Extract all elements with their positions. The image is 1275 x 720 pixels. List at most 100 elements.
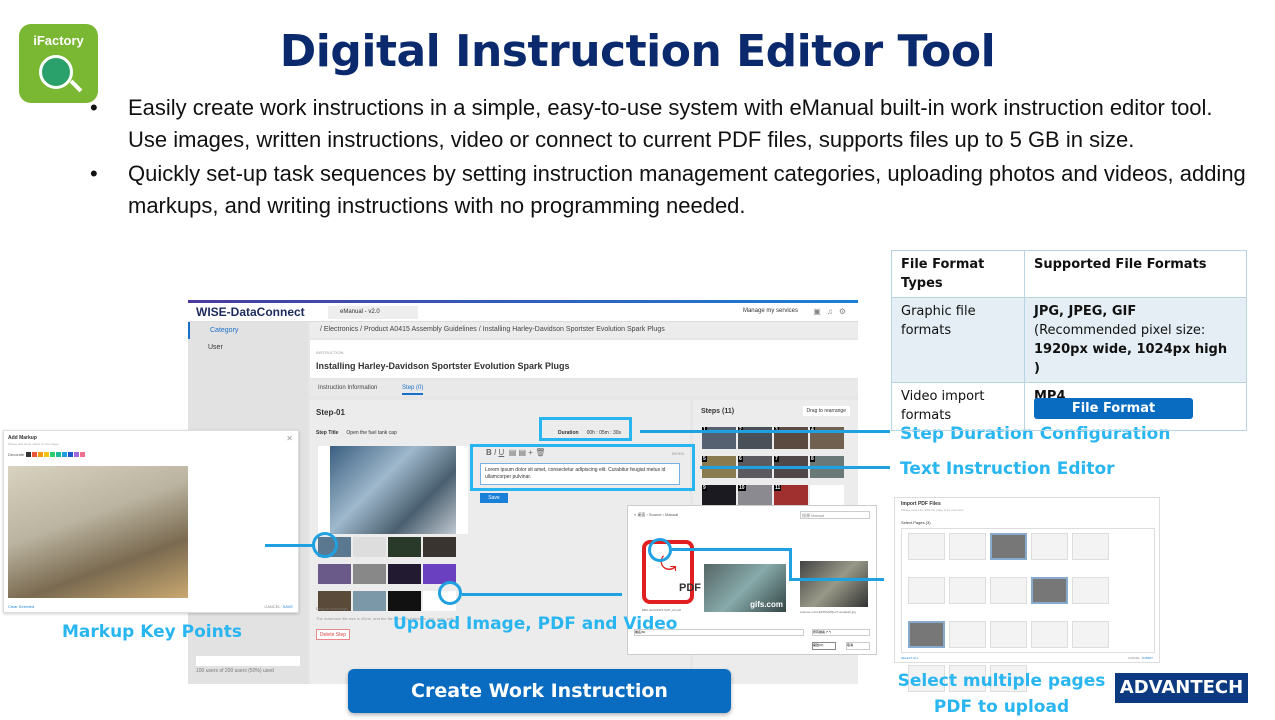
breadcrumb[interactable]: / Electronics / Product A0415 Assembly G… xyxy=(310,322,858,338)
markup-actions: CANCEL SAVE xyxy=(264,604,293,609)
step-number: 5 xyxy=(702,456,707,462)
table-cell: (Recommended pixel size: xyxy=(1034,323,1206,338)
step-heading: Step-01 xyxy=(316,408,345,417)
bell-icon[interactable]: ♫ xyxy=(827,307,839,316)
duration-highlight xyxy=(539,417,632,441)
color-swatch[interactable] xyxy=(26,452,32,458)
upload-highlight xyxy=(438,581,462,605)
tab-instruction-information[interactable]: Instruction Information xyxy=(318,385,377,391)
usage-text: 100 users of 200 users (50%) used xyxy=(196,668,274,674)
step-thumbnail[interactable]: 9 xyxy=(702,485,736,507)
drag-rearrange-button[interactable]: Drag to rearrange xyxy=(802,406,850,416)
pdf-page-thumbnail[interactable] xyxy=(1031,621,1068,648)
sidebar-item-user[interactable]: User xyxy=(188,339,308,356)
callout-line: PDF to upload xyxy=(933,697,1070,717)
thumbnail[interactable] xyxy=(388,591,421,611)
chart-icon[interactable]: ▣ xyxy=(813,307,827,316)
color-swatch[interactable] xyxy=(44,452,50,458)
color-swatch[interactable] xyxy=(80,452,86,458)
markup-canvas[interactable] xyxy=(8,466,188,598)
pdf-page-thumbnail[interactable] xyxy=(1072,621,1109,648)
tab-step[interactable]: Step (0) xyxy=(402,385,424,395)
table-cell: Graphic file formats xyxy=(891,297,1025,383)
add-step-icon[interactable] xyxy=(810,485,844,507)
table-header: Supported File Formats xyxy=(1034,257,1207,272)
color-swatch[interactable] xyxy=(32,452,38,458)
color-swatch[interactable] xyxy=(62,452,68,458)
close-icon[interactable]: ✕ xyxy=(286,434,293,443)
thumbnail[interactable] xyxy=(388,564,421,584)
thumbnail[interactable] xyxy=(353,564,386,584)
table-header-row: File Format Types Supported File Formats xyxy=(891,250,1247,298)
pdf-page-thumbnail[interactable] xyxy=(1031,533,1068,560)
brand-name[interactable]: WISE-DataConnect xyxy=(196,305,305,319)
callout-multi-pdf: Select multiple pages PDF to upload xyxy=(895,668,1108,720)
sidebar-item-category[interactable]: Category xyxy=(188,322,308,339)
color-swatch[interactable] xyxy=(68,452,74,458)
pdf-page-thumbnail[interactable] xyxy=(990,621,1027,648)
pdf-page-thumbnail[interactable] xyxy=(908,533,945,560)
bullet-item: Quickly set-up task sequences by setting… xyxy=(90,158,1250,222)
save-button[interactable]: Save xyxy=(480,493,508,503)
manage-services-button[interactable]: Manage my services xyxy=(743,308,798,314)
file-search-input[interactable]: 搜尋 Manual xyxy=(800,511,870,519)
submit-button[interactable]: SUBMIT xyxy=(1142,656,1153,660)
pdf-page-thumbnail[interactable] xyxy=(990,533,1027,560)
thumbnail[interactable] xyxy=(423,537,456,557)
pdf-page-thumbnail[interactable] xyxy=(949,533,986,560)
create-work-instruction-button[interactable]: Create Work Instruction xyxy=(348,669,731,713)
advantech-logo: ADVANTECH xyxy=(1115,673,1248,703)
markup-title: Add Markup xyxy=(8,435,37,441)
step-title-label: Step Title xyxy=(316,430,339,436)
thumbnail[interactable] xyxy=(388,537,421,557)
image-file-thumb[interactable] xyxy=(800,561,868,607)
filetype-select[interactable]: 所有檔案 (*.*) xyxy=(812,629,870,636)
drag-hint: Drag to rearrange xyxy=(316,606,348,611)
step-title-input[interactable]: Open the fuel tank cap xyxy=(346,430,396,436)
add-markup-dialog: Add Markup Please add some marks on the … xyxy=(3,430,299,613)
import-actions: CANCEL SUBMIT xyxy=(1128,656,1153,660)
delete-step-button[interactable]: Delete Step xyxy=(316,629,350,640)
pdf-page-thumbnail[interactable] xyxy=(1072,577,1109,604)
cancel-button[interactable]: CANCEL xyxy=(264,604,280,609)
tab-bar: Instruction Information Step (0) xyxy=(310,380,858,396)
thumbnail[interactable] xyxy=(353,537,386,557)
step-thumbnail[interactable]: 10 xyxy=(738,485,772,507)
thumbnail[interactable] xyxy=(318,564,351,584)
editor-highlight xyxy=(470,444,695,491)
color-swatch[interactable] xyxy=(56,452,62,458)
cancel-button[interactable]: 取消 xyxy=(846,642,870,650)
thumbnail[interactable] xyxy=(353,591,386,611)
pdf-page-thumbnail[interactable] xyxy=(949,577,986,604)
pdf-page-thumbnail[interactable] xyxy=(1072,533,1109,560)
file-path[interactable]: « 桌面 › Source › Manual xyxy=(634,512,678,518)
pdf-page-thumbnail[interactable] xyxy=(908,621,945,648)
header-icons[interactable]: ▣♫⚙ xyxy=(813,307,852,316)
color-swatch[interactable] xyxy=(38,452,44,458)
step-thumbnail[interactable]: 11 xyxy=(774,485,808,507)
callout-editor: Text Instruction Editor xyxy=(900,459,1115,479)
color-swatch[interactable] xyxy=(50,452,56,458)
select-all-button[interactable]: SELECT ALL xyxy=(901,656,919,660)
callout-upload: Upload Image, PDF and Video xyxy=(393,614,678,634)
cancel-button[interactable]: CANCEL xyxy=(1128,656,1140,660)
gif-watermark: gifs.com xyxy=(750,600,783,609)
save-markup-button[interactable]: SAVE xyxy=(283,604,293,609)
pdf-page-thumbnail[interactable] xyxy=(949,621,986,648)
open-button[interactable]: 開啟(O) xyxy=(812,642,836,650)
color-swatch[interactable] xyxy=(74,452,80,458)
gear-icon[interactable]: ⚙ xyxy=(839,307,852,316)
table-cell: 1920px wide, 1024px high ) xyxy=(1034,342,1228,376)
pdf-page-thumbnail[interactable] xyxy=(908,577,945,604)
editor-connector xyxy=(700,466,890,469)
file-format-button[interactable]: File Format xyxy=(1034,398,1193,419)
step-title-row: Step Title Open the fuel tank cap xyxy=(316,430,397,436)
pdf-page-thumbnail[interactable] xyxy=(990,577,1027,604)
video-file-thumb[interactable]: gifs.com xyxy=(704,564,786,612)
app-selector-dropdown[interactable]: eManual - v2.0 xyxy=(328,306,418,319)
pdf-page-thumbnail[interactable] xyxy=(1031,577,1068,604)
upload-connector xyxy=(462,593,622,596)
page-grid xyxy=(901,528,1155,692)
clear-selected-button[interactable]: Clear Selected xyxy=(8,604,34,609)
step-main-image[interactable] xyxy=(318,446,468,534)
